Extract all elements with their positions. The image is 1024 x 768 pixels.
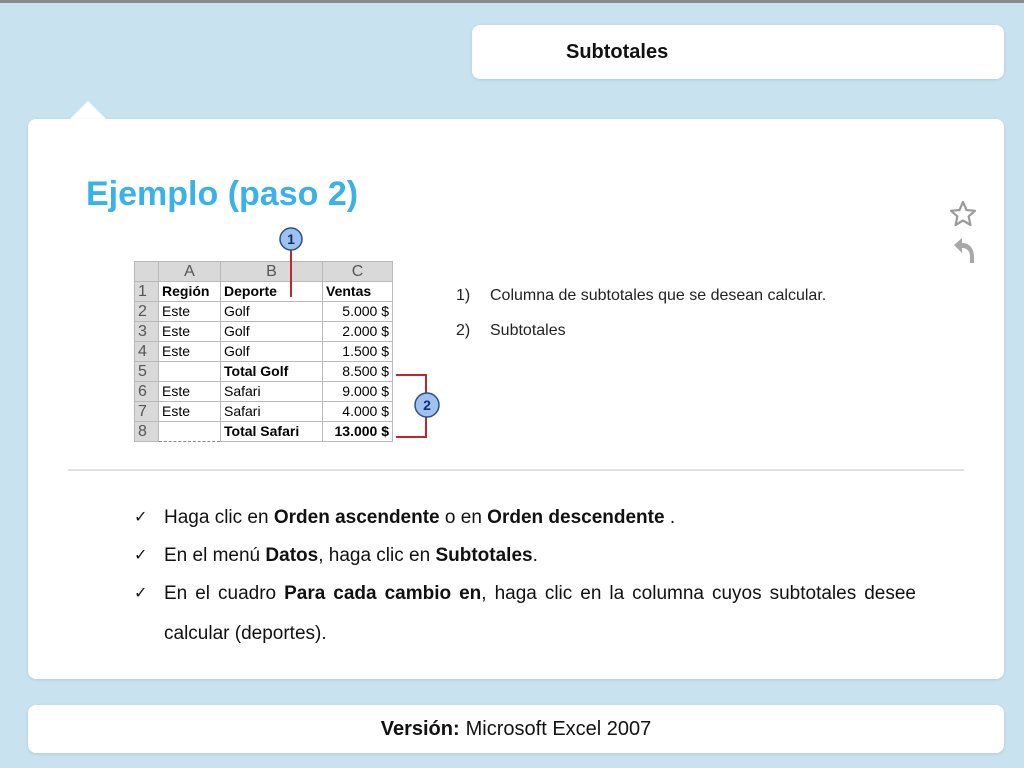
column-header: B: [220, 261, 323, 282]
cell-sales: 13.000 $: [322, 421, 393, 442]
cell-sales: 9.000 $: [322, 381, 393, 402]
row-number: 3: [134, 321, 159, 342]
cell-sales: 8.500 $: [322, 361, 393, 382]
table-row: 1 Región Deporte Ventas: [134, 281, 393, 302]
cell-region: [158, 421, 221, 442]
callout-notes: 1) Columna de subtotales que se desean c…: [456, 287, 826, 357]
cell-sport: Total Safari: [220, 421, 323, 442]
version-label: Versión:: [380, 717, 460, 740]
note-text: Subtotales: [490, 322, 566, 339]
cell-region: Región: [158, 281, 221, 302]
cell-sport: Total Golf: [220, 361, 323, 382]
step-text-bold: Para cada cambio en: [284, 583, 482, 604]
table-row: 7 Este Safari 4.000 $: [134, 401, 393, 422]
column-header-row: A B C: [134, 261, 393, 282]
title-tab: Subtotales: [472, 25, 1004, 79]
slide-heading: Ejemplo (paso 2): [86, 175, 359, 213]
step-text-part: En el menú: [164, 545, 266, 566]
list-item: ✓ En el menú Datos, haga clic en Subtota…: [134, 541, 916, 571]
step-text-part: En el cuadro: [164, 583, 285, 604]
list-item: 1) Columna de subtotales que se desean c…: [456, 287, 826, 305]
step-text-bold: Subtotales: [435, 545, 533, 566]
corner-cell: [134, 261, 159, 282]
row-number: 1: [134, 281, 159, 302]
note-number: 1): [456, 287, 471, 304]
cell-sales: 5.000 $: [322, 301, 393, 322]
cell-sales: 1.500 $: [322, 341, 393, 362]
row-number: 6: [134, 381, 159, 402]
step-text-part: .: [664, 507, 676, 528]
step-text: En el menú Datos, haga clic en Subtotale…: [164, 541, 916, 571]
note-text: Columna de subtotales que se desean calc…: [490, 287, 827, 304]
cell-region: Este: [158, 341, 221, 362]
cell-sport: Golf: [220, 341, 323, 362]
table-row: 5 Total Golf 8.500 $: [134, 361, 393, 382]
row-number: 5: [134, 361, 159, 382]
cell-sales: 2.000 $: [322, 321, 393, 342]
callout-2-badge: [414, 392, 440, 418]
callout-2-bracket: [396, 374, 427, 438]
version-footer: Versión: Microsoft Excel 2007: [28, 705, 1004, 753]
list-item: ✓ Haga clic en Orden ascendente o en Ord…: [134, 503, 916, 533]
cell-sport: Golf: [220, 301, 323, 322]
step-text-part: Haga clic en: [164, 507, 274, 528]
table-row: 8 Total Safari 13.000 $: [134, 421, 393, 442]
cell-region: Este: [158, 321, 221, 342]
list-item: 2) Subtotales: [456, 322, 826, 340]
card-notch: [68, 101, 108, 121]
cell-sport: Safari: [220, 401, 323, 422]
step-text: Haga clic en Orden ascendente o en Orden…: [164, 503, 916, 533]
cell-region: Este: [158, 301, 221, 322]
undo-arrow-icon[interactable]: [950, 235, 978, 265]
callout-1-label: 1: [287, 231, 295, 247]
slide-section-title: Subtotales: [566, 40, 669, 63]
table-row: 3 Este Golf 2.000 $: [134, 321, 393, 342]
row-number: 2: [134, 301, 159, 322]
list-item: ✓ En el cuadro Para cada cambio en, haga…: [134, 579, 916, 654]
cell-region: Este: [158, 401, 221, 422]
check-icon: ✓: [134, 585, 148, 602]
row-number: 7: [134, 401, 159, 422]
step-text: En el cuadro Para cada cambio en, haga c…: [164, 574, 916, 654]
cell-sales: Ventas: [322, 281, 393, 302]
step-text-part: o en: [439, 507, 488, 528]
cell-sales: 4.000 $: [322, 401, 393, 422]
note-number: 2): [456, 322, 471, 339]
table-row: 4 Este Golf 1.500 $: [134, 341, 393, 362]
table-row: 2 Este Golf 5.000 $: [134, 301, 393, 322]
cell-sport: Safari: [220, 381, 323, 402]
step-text-bold: Orden ascendente: [273, 507, 440, 528]
check-icon: ✓: [134, 509, 148, 526]
row-number: 8: [134, 421, 159, 442]
step-text-bold: Datos: [265, 545, 319, 566]
spreadsheet-example: A B C 1 Región Deporte Ventas 2 Este Gol…: [134, 227, 454, 453]
table-row: 6 Este Safari 9.000 $: [134, 381, 393, 402]
cell-region: [158, 361, 221, 382]
step-text-bold: Orden descendente: [487, 507, 665, 528]
row-number: 4: [134, 341, 159, 362]
version-value: Microsoft Excel 2007: [465, 717, 652, 740]
check-icon: ✓: [134, 547, 148, 564]
cell-sport: Deporte: [220, 281, 323, 302]
cell-region: Este: [158, 381, 221, 402]
step-text-part: .: [532, 545, 538, 566]
column-header: C: [322, 261, 393, 282]
callout-1-badge: [279, 227, 303, 251]
star-icon[interactable]: [948, 199, 978, 229]
spreadsheet-table: A B C 1 Región Deporte Ventas 2 Este Gol…: [134, 261, 393, 442]
step-text-part: , haga clic en: [318, 545, 436, 566]
divider: [68, 469, 964, 471]
cell-sport: Golf: [220, 321, 323, 342]
instruction-steps: ✓ Haga clic en Orden ascendente o en Ord…: [134, 503, 916, 662]
column-header: A: [158, 261, 221, 282]
callout-2-label: 2: [423, 397, 431, 413]
